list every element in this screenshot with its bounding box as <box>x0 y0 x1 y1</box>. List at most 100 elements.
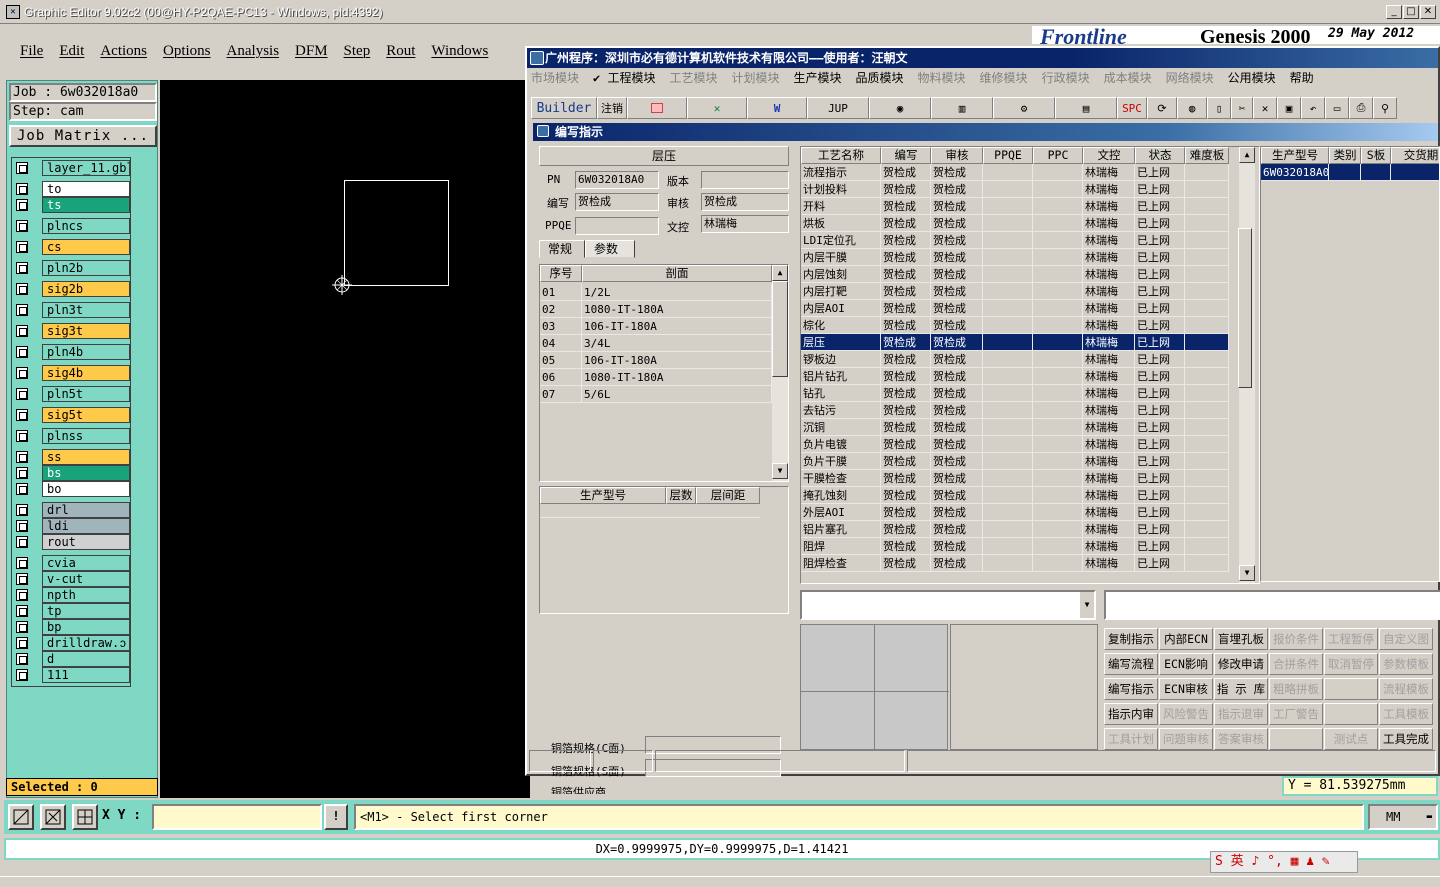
action-button[interactable]: 合拼条件 <box>1269 653 1323 675</box>
version-field[interactable] <box>701 171 789 189</box>
layer-row[interactable]: plnss <box>14 428 130 444</box>
cut-icon[interactable]: ✂ <box>1231 97 1253 119</box>
module-menu-item[interactable]: 行政模块 <box>1042 69 1090 89</box>
stack-header-profile[interactable]: 剖面 <box>582 265 772 282</box>
process-header-cell[interactable]: 工艺名称 <box>801 147 881 164</box>
layer-checkbox[interactable] <box>16 220 28 232</box>
layer-row[interactable]: d <box>14 651 130 667</box>
process-header-cell[interactable]: 审核 <box>931 147 983 164</box>
chevron-down-icon[interactable]: ▼ <box>1080 592 1094 618</box>
layer-checkbox[interactable] <box>16 483 28 495</box>
layer-row[interactable]: layer_11.gbl <box>14 160 130 176</box>
print-icon[interactable]: ⎙ <box>1349 97 1373 119</box>
action-button[interactable]: 答案审核 <box>1214 728 1268 750</box>
layer-row[interactable]: pln5t <box>14 386 130 402</box>
model-header-type[interactable]: 生产型号 <box>540 487 666 504</box>
logout-button[interactable]: 注销 <box>597 97 627 119</box>
layer-row[interactable]: sig3t <box>14 323 130 339</box>
action-button[interactable]: 工具完成 <box>1379 728 1433 750</box>
globe-icon[interactable]: ◍ <box>1177 97 1207 119</box>
layer-checkbox[interactable] <box>16 162 28 174</box>
layer-name[interactable]: tp <box>42 603 130 619</box>
module-menu-item[interactable]: 维修模块 <box>980 69 1028 89</box>
layer-checkbox[interactable] <box>16 283 28 295</box>
layer-row[interactable]: plncs <box>14 218 130 234</box>
action-button[interactable]: 问题审核 <box>1159 728 1213 750</box>
writer-field[interactable]: 贺检成 <box>575 193 659 211</box>
layer-checkbox[interactable] <box>16 467 28 479</box>
process-row[interactable]: 阻焊 贺检成 贺检成 林瑞梅 已上网 <box>801 538 1229 555</box>
review-field[interactable]: 贺检成 <box>701 193 789 211</box>
layer-row[interactable]: ldi <box>14 518 130 534</box>
right-header-cell[interactable]: 交货期 <box>1391 147 1439 164</box>
spc-button[interactable]: SPC <box>1117 97 1147 119</box>
network-icon[interactable]: ⚙ <box>993 97 1055 119</box>
layer-name[interactable]: rout <box>42 534 130 550</box>
module-menu-item[interactable]: 计划模块 <box>731 69 779 89</box>
action-button[interactable]: 工程暂停 <box>1324 628 1378 650</box>
process-scroll-thumb[interactable] <box>1238 228 1252 388</box>
action-button[interactable]: 报价条件 <box>1269 628 1323 650</box>
excel-icon[interactable]: ✕ <box>687 97 747 119</box>
layer-name[interactable]: drilldraw.ↄ <box>42 635 130 651</box>
builder-button[interactable]: Builder <box>531 97 597 119</box>
model-header-layers[interactable]: 层数 <box>666 487 696 504</box>
layer-row[interactable]: sig5t <box>14 407 130 423</box>
layer-name[interactable]: pln5t <box>42 386 130 402</box>
scroll-down-arrow-icon[interactable]: ▼ <box>772 463 788 479</box>
process-row[interactable]: 沉铜 贺检成 贺检成 林瑞梅 已上网 <box>801 419 1229 436</box>
layer-checkbox[interactable] <box>16 262 28 274</box>
ppqe-field[interactable] <box>575 217 659 235</box>
process-row[interactable]: 铝片塞孔 贺检成 贺检成 林瑞梅 已上网 <box>801 521 1229 538</box>
chevron-down-icon[interactable]: ▬ <box>1427 806 1432 828</box>
process-header-cell[interactable]: 文控 <box>1083 147 1135 164</box>
doc-control-field[interactable]: 林瑞梅 <box>701 215 789 233</box>
process-header-cell[interactable]: 难度板 <box>1185 147 1229 164</box>
layer-checkbox[interactable] <box>16 557 28 569</box>
eye-icon[interactable]: ◉ <box>869 97 931 119</box>
stack-header-no[interactable]: 序号 <box>540 265 582 282</box>
menu-actions[interactable]: Actions <box>100 43 147 60</box>
scroll-up-arrow-icon[interactable]: ▲ <box>772 265 788 281</box>
layer-name[interactable]: to <box>42 181 130 197</box>
word-icon[interactable]: W <box>747 97 807 119</box>
layer-checkbox[interactable] <box>16 183 28 195</box>
stack-row[interactable]: 03 106-IT-180A <box>540 318 772 335</box>
pn-field[interactable]: 6W032018A0 <box>575 171 659 189</box>
graphic-canvas[interactable] <box>160 80 530 798</box>
action-button[interactable]: ECN审核 <box>1159 678 1213 700</box>
action-button[interactable]: 复制指示 <box>1104 628 1158 650</box>
process-row[interactable]: 内层AOI 贺检成 贺检成 林瑞梅 已上网 <box>801 300 1229 317</box>
layer-name[interactable]: plncs <box>42 218 130 234</box>
layer-row[interactable]: bp <box>14 619 130 635</box>
process-header-cell[interactable]: PPC <box>1033 147 1083 164</box>
process-row[interactable]: 外层AOI 贺检成 贺检成 林瑞梅 已上网 <box>801 504 1229 521</box>
action-button[interactable]: 修改申请 <box>1214 653 1268 675</box>
action-button[interactable]: 工具计划 <box>1104 728 1158 750</box>
process-row[interactable]: 去钻污 贺检成 贺检成 林瑞梅 已上网 <box>801 402 1229 419</box>
layer-name[interactable]: plnss <box>42 428 130 444</box>
new-file-icon[interactable]: ▯ <box>1207 97 1231 119</box>
module-menu-item[interactable]: 物料模块 <box>918 69 966 89</box>
module-menu-item[interactable]: 帮助 <box>1290 69 1314 89</box>
process-row[interactable]: 干膜检查 贺检成 贺检成 林瑞梅 已上网 <box>801 470 1229 487</box>
layer-row[interactable]: pln3t <box>14 302 130 318</box>
layer-name[interactable]: ss <box>42 449 130 465</box>
right-header-cell[interactable]: S板 <box>1361 147 1391 164</box>
left-combo[interactable]: ▼ <box>800 590 1096 620</box>
process-row[interactable]: 掩孔蚀刻 贺检成 贺检成 林瑞梅 已上网 <box>801 487 1229 504</box>
action-button[interactable]: 参数模板 <box>1379 653 1433 675</box>
jup-button[interactable]: JUP <box>807 97 869 119</box>
stack-row[interactable]: 07 5/6L <box>540 386 772 403</box>
layer-name[interactable]: d <box>42 651 130 667</box>
menu-dfm[interactable]: DFM <box>295 43 328 60</box>
layer-name[interactable]: sig3t <box>42 323 130 339</box>
layer-name[interactable]: bp <box>42 619 130 635</box>
cabinet-icon[interactable]: ▥ <box>931 97 993 119</box>
stack-scrollbar[interactable]: ▲ ▼ <box>772 265 788 481</box>
layer-row[interactable]: pln4b <box>14 344 130 360</box>
layer-name[interactable]: bs <box>42 465 130 481</box>
module-menu-item[interactable]: 品质模块 <box>856 69 904 89</box>
layer-name[interactable]: 111 <box>42 667 130 683</box>
layer-name[interactable]: sig5t <box>42 407 130 423</box>
